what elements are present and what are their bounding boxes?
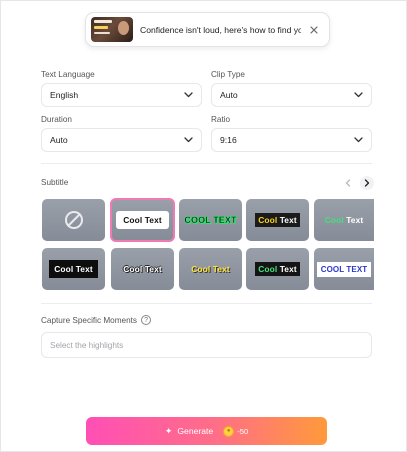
chevron-right-icon[interactable]: [360, 176, 374, 190]
subtitle-style-green-white[interactable]: Cool Text: [314, 199, 374, 241]
subtitle-sample-word: Cool: [258, 215, 278, 225]
subtitle-style-yellow-shadow[interactable]: Cool Text: [179, 248, 242, 290]
subtitle-sample-text: Cool Text: [49, 260, 98, 278]
text-language-label: Text Language: [41, 70, 95, 79]
capture-moments-label: Capture Specific Moments ?: [41, 315, 152, 325]
duration-select[interactable]: Auto: [41, 128, 202, 152]
ratio-label: Ratio: [211, 115, 231, 124]
text-language-select[interactable]: English: [41, 83, 202, 107]
coin-icon: ●: [223, 425, 235, 437]
chevron-down-icon: [353, 135, 363, 145]
subtitle-sample: Cool Text: [255, 262, 300, 276]
subtitle-sample-text: COOL TEXT: [184, 215, 237, 225]
subtitle-style-green-outline[interactable]: COOL TEXT: [179, 199, 242, 241]
sparkle-icon: ✦: [164, 425, 173, 436]
video-card: Confidence isn't loud, here's how to fin…: [85, 12, 330, 47]
subtitle-sample-word: Cool: [258, 264, 278, 274]
chevron-down-icon: [183, 90, 193, 100]
clip-type-value: Auto: [220, 90, 238, 100]
credit-cost: -50: [237, 426, 249, 436]
divider: [41, 163, 372, 164]
capture-moments-text: Capture Specific Moments: [41, 315, 138, 325]
subtitle-style-none[interactable]: [42, 199, 105, 241]
no-subtitle-icon: [64, 211, 83, 229]
subtitle-style-white-box[interactable]: Cool Text: [110, 198, 175, 242]
help-icon[interactable]: ?: [141, 315, 152, 325]
subtitle-sample-word: Text: [279, 264, 297, 274]
clip-type-select[interactable]: Auto: [211, 83, 372, 107]
subtitle-sample-text: Cool Text: [123, 264, 162, 274]
subtitle-sample-text: Cool Text: [116, 211, 169, 229]
subtitle-sample-word: Cool: [191, 264, 211, 274]
chevron-down-icon: [353, 90, 363, 100]
highlights-input[interactable]: [41, 332, 372, 358]
text-language-value: English: [50, 90, 79, 100]
close-icon[interactable]: [307, 23, 321, 37]
subtitle-style-white-blue[interactable]: COOL TEXT: [314, 248, 374, 290]
divider: [41, 303, 372, 304]
subtitle-sample-word: Text: [346, 215, 364, 225]
subtitle-sample: Cool Text: [191, 264, 229, 274]
video-thumbnail: [91, 17, 133, 42]
subtitle-sample-text: COOL TEXT: [316, 261, 372, 277]
ratio-select[interactable]: 9:16: [211, 128, 372, 152]
subtitle-label: Subtitle: [41, 178, 69, 187]
duration-value: Auto: [50, 135, 68, 145]
subtitle-sample: Cool Text: [325, 215, 363, 225]
subtitle-style-black-box[interactable]: Cool Text: [42, 248, 105, 290]
subtitle-style-shadow[interactable]: Cool Text: [111, 248, 174, 290]
generate-label: Generate: [177, 426, 214, 436]
subtitle-sample-word: Text: [279, 215, 297, 225]
subtitle-style-yellow-dark[interactable]: Cool Text: [246, 199, 309, 241]
subtitle-sample-word: Cool: [324, 215, 344, 225]
chevron-left-icon[interactable]: [341, 176, 355, 190]
chevron-down-icon: [183, 135, 193, 145]
video-title: Confidence isn't loud, here's how to fin…: [140, 24, 301, 35]
clip-type-label: Clip Type: [211, 70, 245, 79]
subtitle-style-green-yellow[interactable]: Cool Text: [246, 248, 309, 290]
subtitle-sample: Cool Text: [255, 213, 300, 227]
duration-label: Duration: [41, 115, 72, 124]
subtitle-sample-word: Text: [212, 264, 230, 274]
generate-button[interactable]: ✦ Generate ● -50: [86, 417, 327, 445]
ratio-value: 9:16: [220, 135, 237, 145]
